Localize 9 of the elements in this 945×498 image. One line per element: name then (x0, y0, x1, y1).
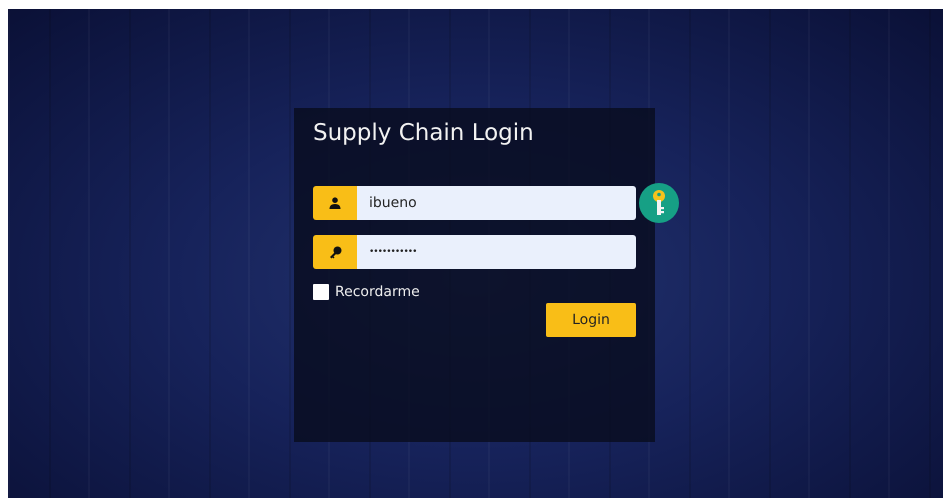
key-icon (328, 246, 342, 258)
password-field[interactable]: ••••••••••• (357, 235, 636, 269)
user-icon (329, 197, 341, 209)
login-button[interactable]: Login (546, 303, 636, 337)
remember-checkbox[interactable] (313, 284, 329, 300)
remember-label: Recordarme (335, 284, 420, 300)
username-field[interactable]: ibueno (357, 186, 636, 220)
key-icon (639, 183, 679, 223)
login-title: Supply Chain Login (313, 120, 535, 146)
